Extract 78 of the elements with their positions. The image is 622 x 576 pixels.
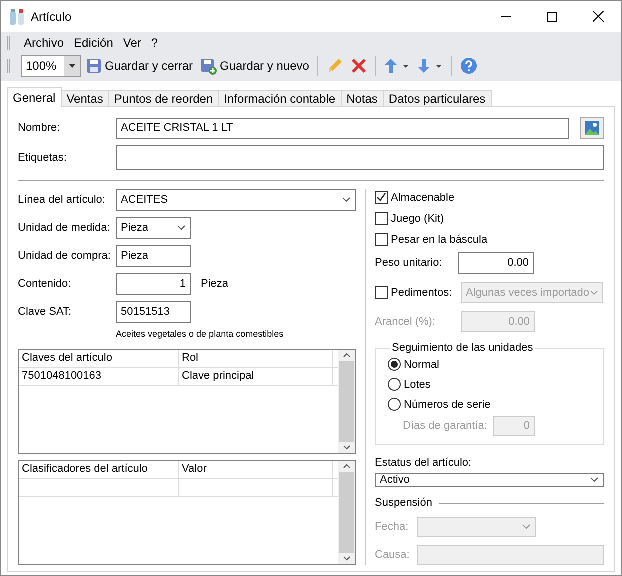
picture-icon <box>585 121 599 135</box>
save-new-button[interactable]: Guardar y nuevo <box>198 54 312 78</box>
field-label: Fecha: <box>375 521 410 533</box>
chevron-icon <box>177 225 186 231</box>
tab[interactable]: Puntos de reorden <box>108 90 220 107</box>
chevron-icon <box>342 197 351 203</box>
checkbox[interactable] <box>375 191 388 204</box>
field-label: Unidad de medida: <box>18 222 112 234</box>
input-field[interactable]: 1 <box>116 273 191 295</box>
dropdown[interactable]: ACEITES <box>116 189 356 211</box>
zoom-dropdown[interactable]: 100% <box>21 55 81 77</box>
menu-item[interactable]: ? <box>147 36 162 50</box>
image-button[interactable] <box>580 117 604 139</box>
tab[interactable]: Información contable <box>218 90 342 107</box>
sat-description: Aceites vegetales o de planta comestibles <box>115 329 285 339</box>
table-cell: 7501048100163 <box>19 368 179 385</box>
checkbox[interactable] <box>375 233 388 246</box>
menu-item[interactable]: Ver <box>119 36 146 50</box>
checkbox-label: Pesar en la báscula <box>391 234 488 246</box>
field-label: Unidad de compra: <box>18 250 112 262</box>
radio-label: Lotes <box>404 378 431 390</box>
pencil-icon <box>326 57 344 75</box>
menu-item[interactable]: Edición <box>70 36 118 50</box>
column-header[interactable]: Clasificadores del artículo <box>19 461 179 478</box>
scrollbar[interactable] <box>338 461 355 564</box>
radio-button[interactable] <box>388 398 401 411</box>
checkbox-label: Juego (Kit) <box>391 212 444 224</box>
window-title: Artículo <box>31 10 73 24</box>
input-field[interactable] <box>116 145 604 170</box>
group-title: Seguimiento de las unidades <box>391 342 534 354</box>
checkbox-label: Almacenable <box>391 192 455 204</box>
dropdown[interactable]: Pieza <box>116 217 191 239</box>
tab[interactable]: Datos particulares <box>382 90 492 107</box>
chevron-icon <box>522 524 531 530</box>
input-field[interactable]: 50151513 <box>116 301 191 323</box>
dropdown[interactable]: Activo <box>375 473 604 487</box>
input-field[interactable]: Pieza <box>116 245 191 267</box>
input-field[interactable]: ACEITE CRISTAL 1 LT <box>116 118 569 138</box>
field-label: Causa: <box>375 549 411 561</box>
tab[interactable]: Ventas <box>60 90 110 107</box>
scrollbar[interactable] <box>338 350 355 453</box>
field-label: Arancel (%): <box>375 316 437 328</box>
field-label: Contenido: <box>18 278 72 290</box>
field-label: Estatus del artículo: <box>375 457 473 469</box>
maximize-icon <box>547 12 557 22</box>
tab[interactable]: General <box>7 87 62 107</box>
input-field[interactable]: 0.00 <box>458 252 534 274</box>
radio-button[interactable] <box>388 378 401 391</box>
field-label: Línea del artículo: <box>18 194 106 206</box>
menu-item[interactable]: Archivo <box>20 36 68 50</box>
field-label: Etiquetas: <box>18 152 68 164</box>
table-cell: Clave principal <box>179 368 333 385</box>
field-label: Clave SAT: <box>18 306 73 318</box>
checkbox[interactable] <box>375 212 388 225</box>
tab[interactable]: Notas <box>340 90 384 107</box>
column-header[interactable]: Valor <box>179 461 333 478</box>
radio-button[interactable] <box>388 358 401 371</box>
column-header[interactable]: Claves del artículo <box>19 350 179 367</box>
close-icon <box>592 11 604 22</box>
field-label: Nombre: <box>18 122 62 134</box>
field-label: Días de garantía: <box>403 420 488 432</box>
field-label: Peso unitario: <box>375 257 444 269</box>
chevron-icon <box>590 290 598 296</box>
scroll-up-icon[interactable] <box>342 353 350 358</box>
scroll-down-icon[interactable] <box>342 445 350 450</box>
caret-icon <box>68 64 76 68</box>
bottles-icon <box>9 8 25 26</box>
chevron-icon <box>590 477 599 483</box>
section-title: Suspensión <box>375 497 432 509</box>
scroll-up-icon[interactable] <box>342 464 350 469</box>
checkbox-label: Pedimentos: <box>391 286 452 298</box>
scroll-down-icon[interactable] <box>342 556 350 561</box>
unit-label: Pieza <box>201 278 229 290</box>
radio-label: Números de serie <box>404 398 491 410</box>
floppy-disk-plus-icon <box>200 58 218 74</box>
save-close-button[interactable]: Guardar y cerrar <box>84 54 196 78</box>
radio-label: Normal <box>404 358 440 370</box>
column-header[interactable]: Rol <box>179 350 333 367</box>
